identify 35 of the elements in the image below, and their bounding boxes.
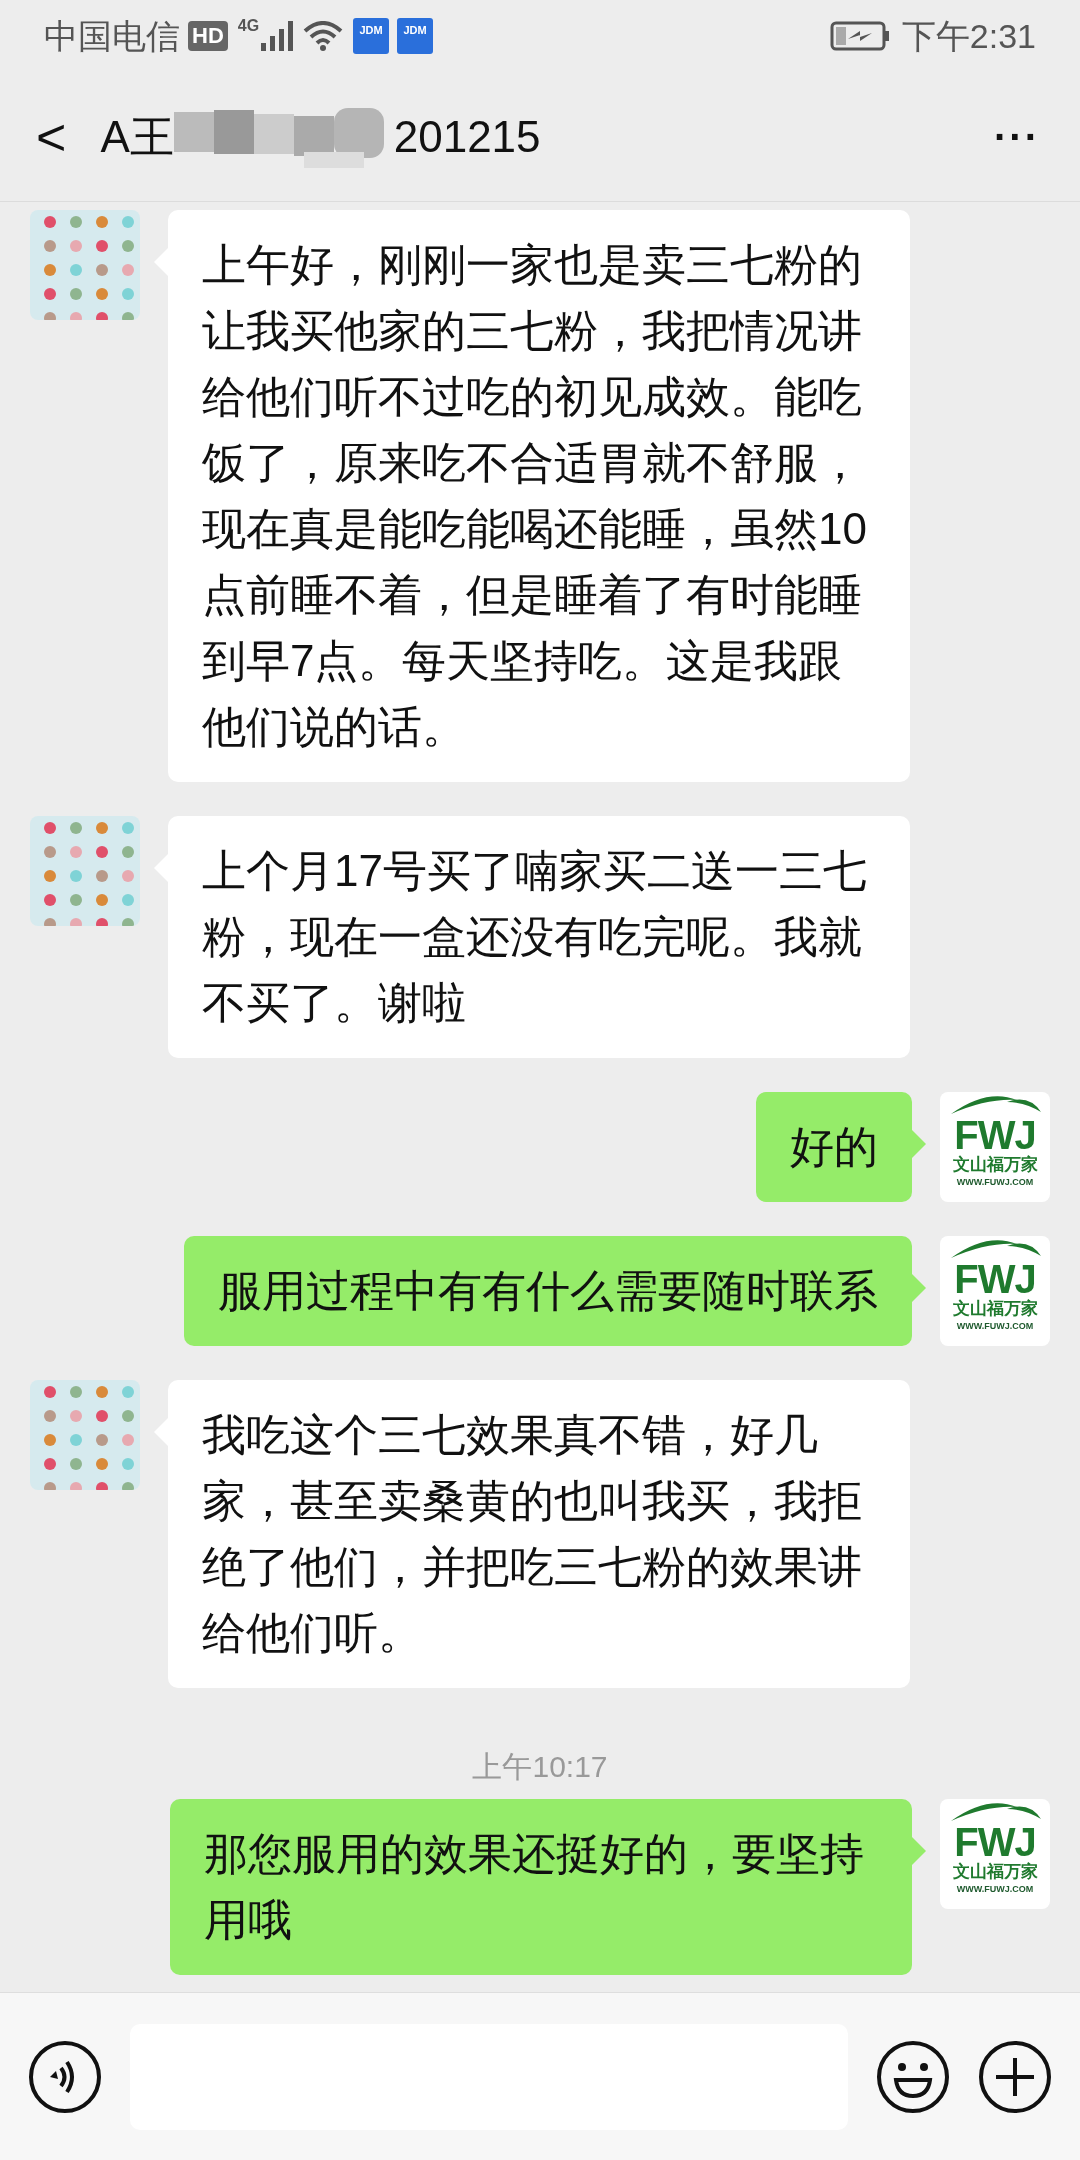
logo-mark: FWJ [954,1260,1036,1298]
logo-mark: FWJ [954,1116,1036,1154]
voice-icon[interactable] [28,2039,102,2114]
message-bubble: 好的 [756,1092,912,1202]
logo-url: WWW.FUWJ.COM [956,1176,1034,1188]
logo-name: 文山福万家 [952,1298,1038,1320]
message-bubble: 上午好，刚刚一家也是卖三七粉的让我买他家的三七粉，我把情况讲给他们听不过吃的初见成效。能吃饭了，原来吃不合适胃就不舒服，现在真是能吃能喝还能睡，虽然10点前睡不着，但是睡着了有时能睡到早7点。每天坚持吃。这是我跟他们说的话。 [168,210,910,782]
clock: 下午2:31 [901,15,1036,57]
message-bubble: 那您服用的效果还挺好的，要坚持用哦 [170,1799,912,1975]
chat-title: A王 [100,110,174,163]
app-notification-icon: JDM [397,18,434,54]
back-button[interactable]: < [36,110,67,163]
emoji-icon[interactable] [876,2039,950,2114]
network-label: 4G [237,16,260,36]
message-bubble: 我吃这个三七效果真不错，好几家，甚至卖桑黄的也叫我买，我拒绝了他们，并把吃三七粉的效果讲给他们听。 [168,1380,910,1688]
bubble-tail [912,1274,926,1302]
battery-icon [829,21,890,51]
app-notification-icon: JDM [353,18,390,54]
hd-badge: HD [188,21,228,51]
logo-url: WWW.FUWJ.COM [956,1883,1034,1895]
chat-title: 201215 [393,110,541,163]
bubble-tail [912,1837,926,1865]
add-icon[interactable] [978,2039,1052,2114]
bubble-tail [912,1130,926,1158]
signal-icon [261,21,294,51]
carrier-name: 中国电信 [44,15,180,57]
logo-name: 文山福万家 [952,1861,1038,1883]
logo-url: WWW.FUWJ.COM [956,1320,1034,1332]
logo-mark: FWJ [954,1823,1036,1861]
wifi-icon [303,21,344,51]
message-bubble: 上个月17号买了喃家买二送一三七粉，现在一盒还没有吃完呢。我就不买了。谢啦 [168,816,910,1058]
logo-name: 文山福万家 [952,1154,1038,1176]
timestamp: 上午10:17 [472,1749,608,1785]
message-bubble: 服用过程中有有什么需要随时联系 [184,1236,912,1346]
more-button[interactable]: ··· [994,116,1040,157]
